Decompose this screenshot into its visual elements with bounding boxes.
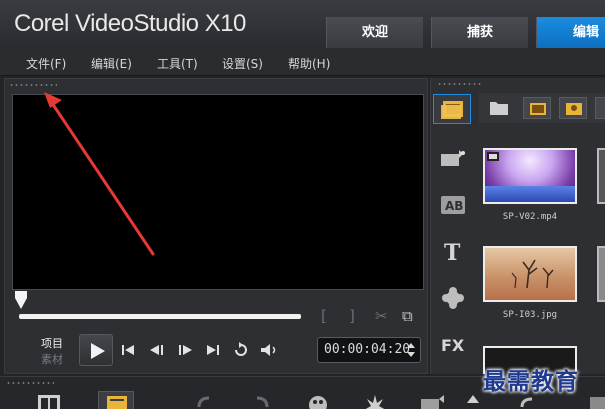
undo-icon[interactable]	[190, 393, 216, 409]
show-audio-button[interactable]	[595, 97, 605, 119]
repeat-icon[interactable]	[231, 342, 251, 358]
sound-mixer-icon[interactable]	[362, 393, 388, 409]
next-frame-icon[interactable]	[175, 342, 197, 358]
play-button[interactable]	[79, 334, 113, 366]
scrubber-handle[interactable]	[15, 291, 27, 309]
photo-trees	[511, 259, 554, 289]
library-panel: AB T FX SP-V02.mp4 SP-I03.jpg	[430, 78, 605, 374]
enlarge-preview-icon[interactable]: ⧉	[402, 307, 413, 325]
media-category-button[interactable]	[433, 94, 471, 124]
library-thumbnail-partial[interactable]	[597, 148, 605, 204]
library-grip[interactable]	[437, 82, 483, 86]
timeline-view-button[interactable]	[98, 391, 134, 409]
go-to-end-icon[interactable]	[203, 342, 223, 358]
timeline-grip[interactable]	[6, 381, 54, 385]
show-photos-button[interactable]	[559, 97, 587, 119]
video-filter-icon	[530, 103, 546, 115]
timecode-field[interactable]: 00:00:04:20	[317, 337, 421, 363]
mark-out-icon[interactable]: ]	[349, 307, 355, 325]
volume-icon[interactable]	[259, 342, 281, 358]
photo-filter-icon	[566, 103, 582, 115]
library-thumbnail-partial[interactable]	[597, 246, 605, 302]
record-capture-icon[interactable]	[305, 393, 331, 409]
svg-text:AB: AB	[445, 199, 463, 213]
auto-music-icon[interactable]	[418, 393, 444, 409]
scrubber-track[interactable]	[19, 314, 301, 319]
timecode-value: 00:00:04:20	[324, 342, 411, 357]
player-panel: [ ] ✂ ⧉ 项目 素材 00:00:04:20	[4, 78, 428, 374]
library-item-label: SP-I03.jpg	[502, 310, 558, 320]
redo-icon[interactable]	[250, 393, 276, 409]
play-icon	[91, 343, 105, 359]
library-thumbnail-photo[interactable]	[483, 246, 577, 302]
split-clip-icon[interactable]: ✂	[375, 307, 388, 325]
thumbnail-stage	[485, 186, 575, 202]
svg-text:FX: FX	[441, 336, 465, 355]
panel-grip[interactable]	[9, 83, 57, 87]
library-item-label: SP-V02.mp4	[502, 212, 558, 222]
previous-frame-icon[interactable]	[147, 342, 169, 358]
library-thumbnail-video[interactable]	[483, 148, 577, 204]
title-icon[interactable]: T	[440, 240, 466, 264]
mark-in-icon[interactable]: [	[321, 307, 327, 325]
watermark: 最需教育	[483, 368, 579, 395]
transition-icon[interactable]: AB	[439, 194, 467, 216]
menu-settings[interactable]: 设置(S)	[222, 55, 263, 72]
tab-capture[interactable]: 捕获	[431, 17, 528, 48]
mode-clip[interactable]: 素材	[41, 351, 63, 367]
menu-file[interactable]: 文件(F)	[26, 55, 66, 72]
app-brand: Corel VideoStudio X10	[14, 10, 246, 37]
menu-help[interactable]: 帮助(H)	[288, 55, 330, 72]
menu-tools[interactable]: 工具(T)	[157, 55, 198, 72]
videostudio-window: Corel VideoStudio X10 欢迎 捕获 编辑 文件(F) 编辑(…	[0, 0, 605, 409]
title-bar: Corel VideoStudio X10 欢迎 捕获 编辑	[0, 0, 605, 48]
tab-edit[interactable]: 编辑	[536, 17, 605, 48]
tab-welcome[interactable]: 欢迎	[326, 17, 423, 48]
library-toolbar	[479, 93, 605, 123]
instant-project-icon[interactable]	[439, 148, 467, 170]
timeline-view-icon	[107, 396, 127, 409]
timecode-stepper-icon[interactable]	[406, 341, 416, 359]
menu-edit[interactable]: 编辑(E)	[91, 55, 132, 72]
storyboard-view-icon[interactable]	[36, 393, 62, 409]
menu-bar: 文件(F) 编辑(E) 工具(T) 设置(S) 帮助(H)	[0, 48, 605, 76]
svg-text:T: T	[444, 240, 461, 264]
go-to-start-icon[interactable]	[119, 342, 139, 358]
filter-icon[interactable]: FX	[440, 334, 468, 356]
show-videos-button[interactable]	[523, 97, 551, 119]
folder-icon[interactable]	[489, 99, 509, 116]
video-badge-icon	[487, 152, 499, 161]
graphic-icon[interactable]	[439, 286, 467, 310]
media-icon	[441, 101, 463, 119]
preview-window	[12, 94, 424, 290]
mode-project[interactable]: 项目	[41, 335, 63, 351]
multi-camera-icon[interactable]	[585, 393, 605, 409]
